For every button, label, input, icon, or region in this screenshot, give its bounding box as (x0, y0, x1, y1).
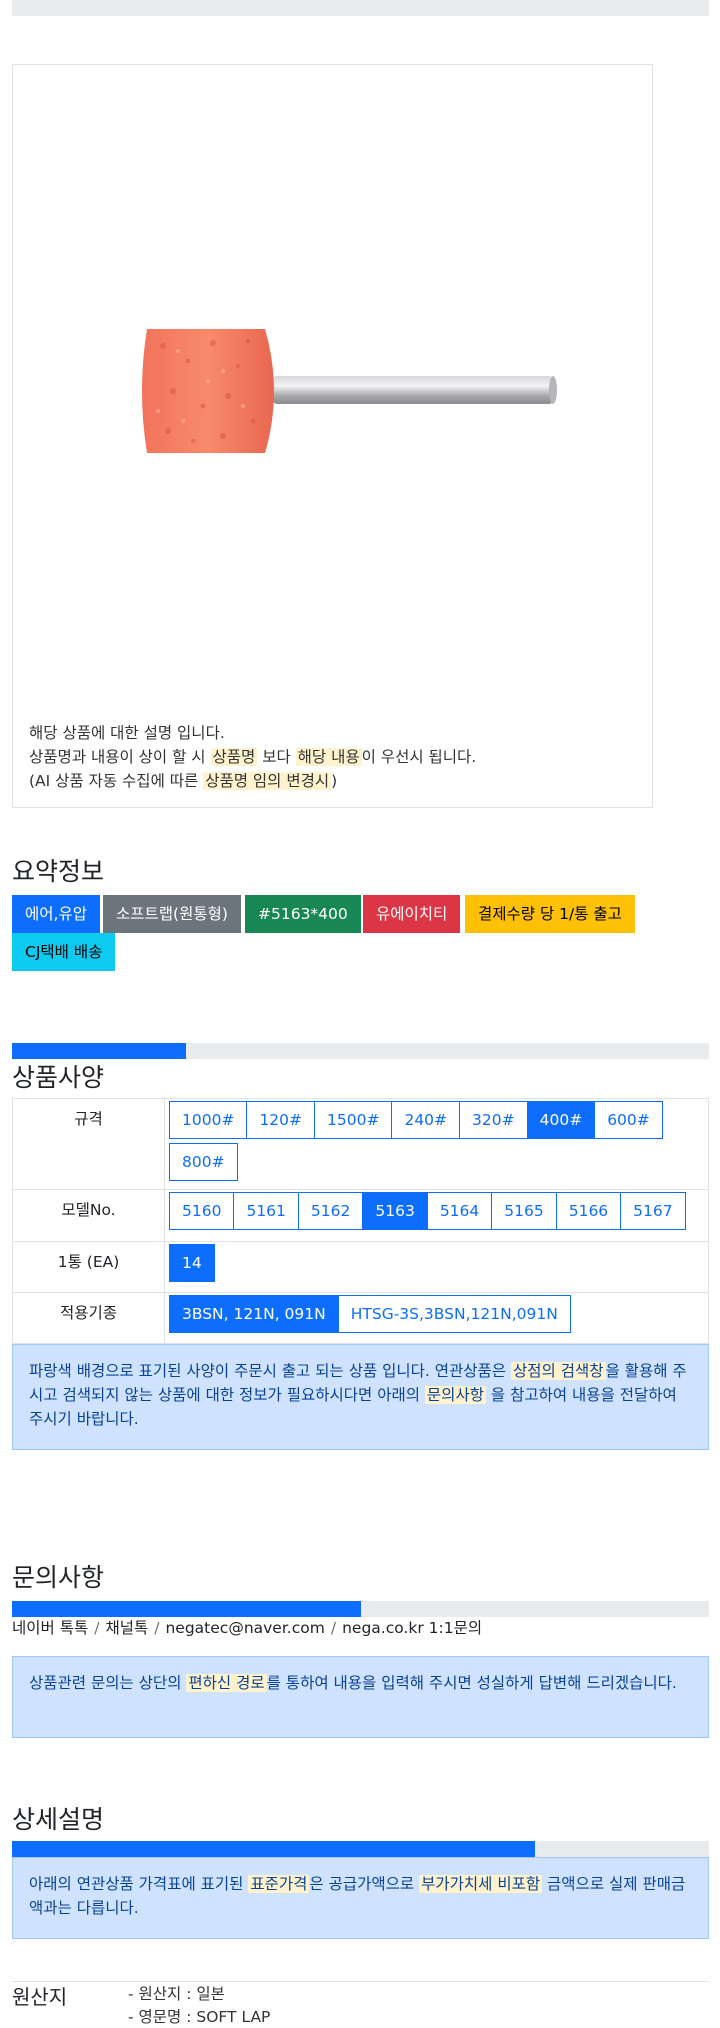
spec-label: 1통 (EA) (12, 1241, 165, 1293)
contact-naver-talk[interactable]: 네이버 톡톡 (12, 1619, 88, 1637)
inquiry-notice: 상품관련 문의는 상단의 편하신 경로 를 통하여 내용을 입력해 주시면 성실하… (12, 1656, 709, 1738)
separator: / (330, 1619, 337, 1637)
spec-option-button[interactable]: 600# (594, 1101, 663, 1139)
summary-title: 요약정보 (12, 857, 105, 886)
spec-option-button[interactable]: 5167 (620, 1192, 686, 1230)
spec-option-button[interactable]: 5162 (297, 1192, 364, 1230)
description-text: ) (331, 772, 338, 790)
spec-label: 규격 (12, 1098, 165, 1190)
origin-english-name: - 영문명 : SOFT LAP (128, 2008, 271, 2026)
description-text: 이 우선시 됩니다. (361, 748, 477, 766)
separator: / (94, 1619, 100, 1637)
contact-channel-talk[interactable]: 채널톡 (105, 1619, 148, 1637)
spec-label: 모델No. (12, 1189, 165, 1242)
highlight-content: 해당 내용 (295, 748, 362, 766)
badge-subcategory: 소프트랩(원통형) (103, 895, 241, 933)
spec-option-button[interactable]: 1000# (169, 1101, 248, 1139)
spec-options: 14 (164, 1241, 709, 1293)
detail-title: 상세설명 (12, 1805, 105, 1834)
detail-progress (12, 1841, 709, 1857)
notice-text: 를 통하여 내용을 입력해 주시면 성실하게 답변해 드리겠습니다. (266, 1674, 677, 1692)
spec-option-button[interactable]: 5163 (362, 1192, 428, 1230)
spec-option-button[interactable]: 5160 (169, 1192, 235, 1230)
spec-row-model: 모델No. 5160 5161 5162 5163 5164 5165 5166 5167 (12, 1189, 709, 1242)
product-description: 해당 상품에 대한 설명 입니다. 상품명과 내용이 상이 할 시 상품명 보다… (29, 721, 476, 793)
spec-progress (12, 1043, 709, 1059)
spec-option-button[interactable]: 400# (526, 1101, 596, 1139)
badge-delivery: CJ택배 배송 (12, 933, 116, 971)
highlight-channel: 편하신 경로 (186, 1674, 267, 1692)
description-text: 상품명과 내용이 상이 할 시 (29, 748, 211, 766)
description-text: (AI 상품 자동 수집에 따른 (29, 772, 204, 790)
badge-model: #5163*400 (245, 895, 361, 933)
spec-option-button[interactable]: HTSG-3S,3BSN,121N,091N (337, 1295, 571, 1333)
spec-row-compatible: 적용기종 3BSN, 121N, 091N HTSG-3S,3BSN,121N,0… (12, 1292, 709, 1344)
spec-progress-fill (12, 1043, 187, 1059)
origin-title: 원산지 (12, 1985, 68, 2009)
spec-option-button[interactable]: 320# (459, 1101, 528, 1139)
contact-channels: 네이버 톡톡 / 채널톡 / negatec@naver.com / nega.co.kr … (12, 1616, 482, 1638)
spec-label: 적용기종 (12, 1292, 165, 1344)
spec-table: 규격 1000# 120# 1500# 240# 320# 400# 600# 800# 모델… (12, 1098, 709, 1344)
spec-options: 3BSN, 121N, 091N HTSG-3S,3BSN,121N,091N (164, 1292, 709, 1344)
notice-text: 파랑색 배경으로 표기된 사양이 주문시 출고 되는 상품 입니다. 연관상품은 (29, 1362, 511, 1380)
badge-category: 에어,유압 (12, 895, 100, 933)
highlight-inquiry: 문의사항 (424, 1386, 486, 1404)
spec-option-button[interactable]: 5166 (555, 1192, 622, 1230)
spec-option-button[interactable]: 5165 (491, 1192, 557, 1230)
spec-notice: 파랑색 배경으로 표기된 사양이 주문시 출고 되는 상품 입니다. 연관상품은… (12, 1344, 709, 1450)
detail-notice: 아래의 연관상품 가격표에 표기된 표준가격 은 공급가액으로 부가가치세 비포함… (12, 1857, 709, 1939)
spec-option-button[interactable]: 5161 (233, 1192, 299, 1230)
spec-option-button[interactable]: 120# (246, 1101, 316, 1139)
origin-divider (12, 1981, 709, 1982)
spec-title: 상품사양 (12, 1063, 105, 1092)
description-line-2: 상품명과 내용이 상이 할 시 상품명 보다 해당 내용 이 우선시 됩니다. (29, 745, 476, 769)
separator: / (154, 1619, 160, 1637)
notice-text: 상품관련 문의는 상단의 (29, 1674, 187, 1692)
contact-site-inquiry[interactable]: nega.co.kr 1:1문의 (342, 1619, 482, 1637)
inquiry-title: 문의사항 (12, 1563, 105, 1592)
spec-row-size: 규격 1000# 120# 1500# 240# 320# 400# 600# 800# (12, 1098, 709, 1190)
inquiry-progress-fill (12, 1601, 361, 1617)
spec-option-button[interactable]: 5164 (426, 1192, 493, 1230)
top-strip (12, 0, 709, 16)
spec-option-button[interactable]: 3BSN, 121N, 091N (169, 1295, 339, 1333)
highlight-vat-excluded: 부가가치세 비포함 (419, 1875, 543, 1893)
product-image-card: 해당 상품에 대한 설명 입니다. 상품명과 내용이 상이 할 시 상품명 보다… (12, 64, 653, 808)
badge-maker: 유에이치티 (363, 895, 461, 933)
inquiry-progress (12, 1601, 709, 1617)
highlight-standard-price: 표준가격 (248, 1875, 310, 1893)
spec-options: 1000# 120# 1500# 240# 320# 400# 600# 800# (164, 1098, 709, 1190)
contact-email[interactable]: negatec@naver.com (165, 1619, 324, 1637)
description-line-3: (AI 상품 자동 수집에 따른 상품명 임의 변경시) (29, 769, 476, 793)
spec-option-button[interactable]: 14 (169, 1244, 215, 1282)
origin-country: - 원산지 : 일본 (128, 1985, 225, 2003)
spec-options: 5160 5161 5162 5163 5164 5165 5166 5167 (164, 1189, 709, 1242)
spec-option-button[interactable]: 1500# (314, 1101, 393, 1139)
spec-row-quantity: 1통 (EA) 14 (12, 1241, 709, 1293)
notice-text: 은 공급가액으로 (309, 1875, 420, 1893)
description-text: 보다 (257, 748, 296, 766)
highlight-name-change: 상품명 임의 변경시 (203, 772, 332, 790)
description-line-1: 해당 상품에 대한 설명 입니다. (29, 724, 225, 742)
detail-progress-fill (12, 1841, 535, 1857)
spec-option-button[interactable]: 240# (391, 1101, 461, 1139)
highlight-search: 상점의 검색창 (511, 1362, 606, 1380)
origin-list: - 원산지 : 일본 - 영문명 : SOFT LAP (128, 1983, 270, 2028)
product-image (142, 329, 557, 453)
badge-shipping-unit: 결제수량 당 1/통 출고 (465, 895, 635, 933)
notice-text: 아래의 연관상품 가격표에 표기된 (29, 1875, 249, 1893)
spec-option-button[interactable]: 800# (169, 1143, 238, 1181)
highlight-product-name: 상품명 (210, 748, 258, 766)
